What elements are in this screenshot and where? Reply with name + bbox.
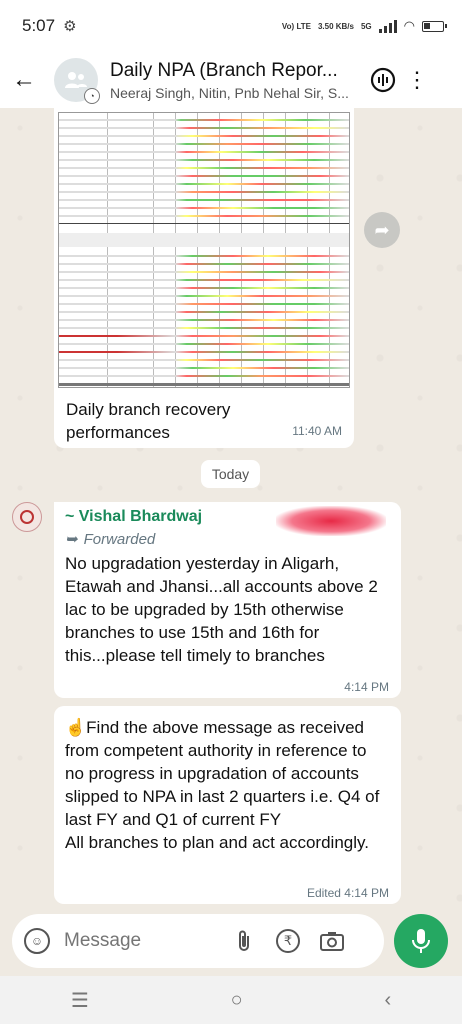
group-members: Neeraj Singh, Nitin, Pnb Nehal Sir, S... (110, 84, 349, 101)
recents-icon[interactable]: ☰ (71, 988, 89, 1013)
chat-header: ← ◔ Daily NPA (Branch Repor... Neeraj Si… (0, 52, 462, 108)
signal-icon (378, 19, 397, 33)
battery-icon (422, 20, 447, 32)
message-input[interactable] (64, 930, 214, 952)
camera-icon[interactable] (318, 927, 346, 955)
back-arrow-icon[interactable]: ← (12, 66, 48, 94)
spreadsheet-image[interactable] (58, 112, 350, 388)
chat-area[interactable]: Daily branch recovery performances 11:40… (0, 108, 462, 908)
forwarded-text: Forwarded (83, 530, 156, 548)
group-title: Daily NPA (Branch Repor... (110, 59, 338, 81)
rupee-icon: ₹ (276, 929, 300, 953)
message-text: No upgradation yesterday in Aligarh, Eta… (65, 554, 378, 665)
group-icon (65, 72, 87, 88)
forward-share-icon[interactable]: ➦ (364, 212, 400, 248)
message-time: Edited 4:14 PM (306, 886, 389, 900)
microphone-icon (412, 929, 430, 953)
network-label: Vo) LTE (281, 21, 311, 31)
sender-avatar[interactable] (12, 502, 42, 532)
gear-icon: ⚙ (63, 18, 77, 35)
status-time: 5:07 (22, 16, 56, 35)
voice-chat-icon[interactable] (366, 63, 400, 97)
message-body: Find the above message as received from … (65, 718, 380, 852)
image-caption: Daily branch recovery performances (66, 400, 231, 442)
microphone-button[interactable] (394, 914, 448, 968)
pointing-up-emoji: ☝️ (65, 718, 87, 737)
image-message[interactable]: Daily branch recovery performances 11:40… (54, 108, 354, 448)
disappearing-timer-icon: ◔ (84, 88, 100, 104)
speed-label: 3.50 KB/s (317, 21, 354, 31)
wifi-icon: ◠ (403, 18, 415, 33)
status-bar: 5:07 ⚙ Vo) LTE 3.50 KB/s 5G ◠ (0, 0, 462, 52)
message-time: 11:40 AM (292, 424, 342, 438)
home-icon[interactable]: ○ (231, 989, 243, 1012)
date-chip: Today (201, 460, 260, 488)
payment-icon[interactable]: ₹ (274, 927, 302, 955)
chat-info[interactable]: Daily NPA (Branch Repor... Neeraj Singh,… (110, 60, 354, 101)
system-navigation-bar: ☰ ○ ‹ (0, 976, 462, 1024)
more-options-icon[interactable]: ⋮ (406, 67, 428, 93)
emoji-sticker-icon[interactable]: ☺ (24, 928, 50, 954)
message-time: 4:14 PM (344, 680, 389, 694)
message-bubble[interactable]: ☝️Find the above message as received fro… (54, 706, 401, 904)
attachment-icon[interactable] (230, 927, 258, 955)
group-avatar[interactable]: ◔ (54, 58, 100, 104)
network-5g-label: 5G (360, 21, 372, 31)
back-nav-icon[interactable]: ‹ (384, 989, 391, 1012)
message-composer: ☺ ₹ (12, 914, 384, 968)
redacted-phone-number (276, 506, 386, 536)
message-text: ☝️Find the above message as received fro… (65, 716, 385, 854)
message-bubble[interactable]: ~ Vishal Bhardwaj ➥ Forwarded No upgrada… (54, 502, 401, 698)
forwarded-arrow-icon: ➥ (65, 531, 78, 548)
